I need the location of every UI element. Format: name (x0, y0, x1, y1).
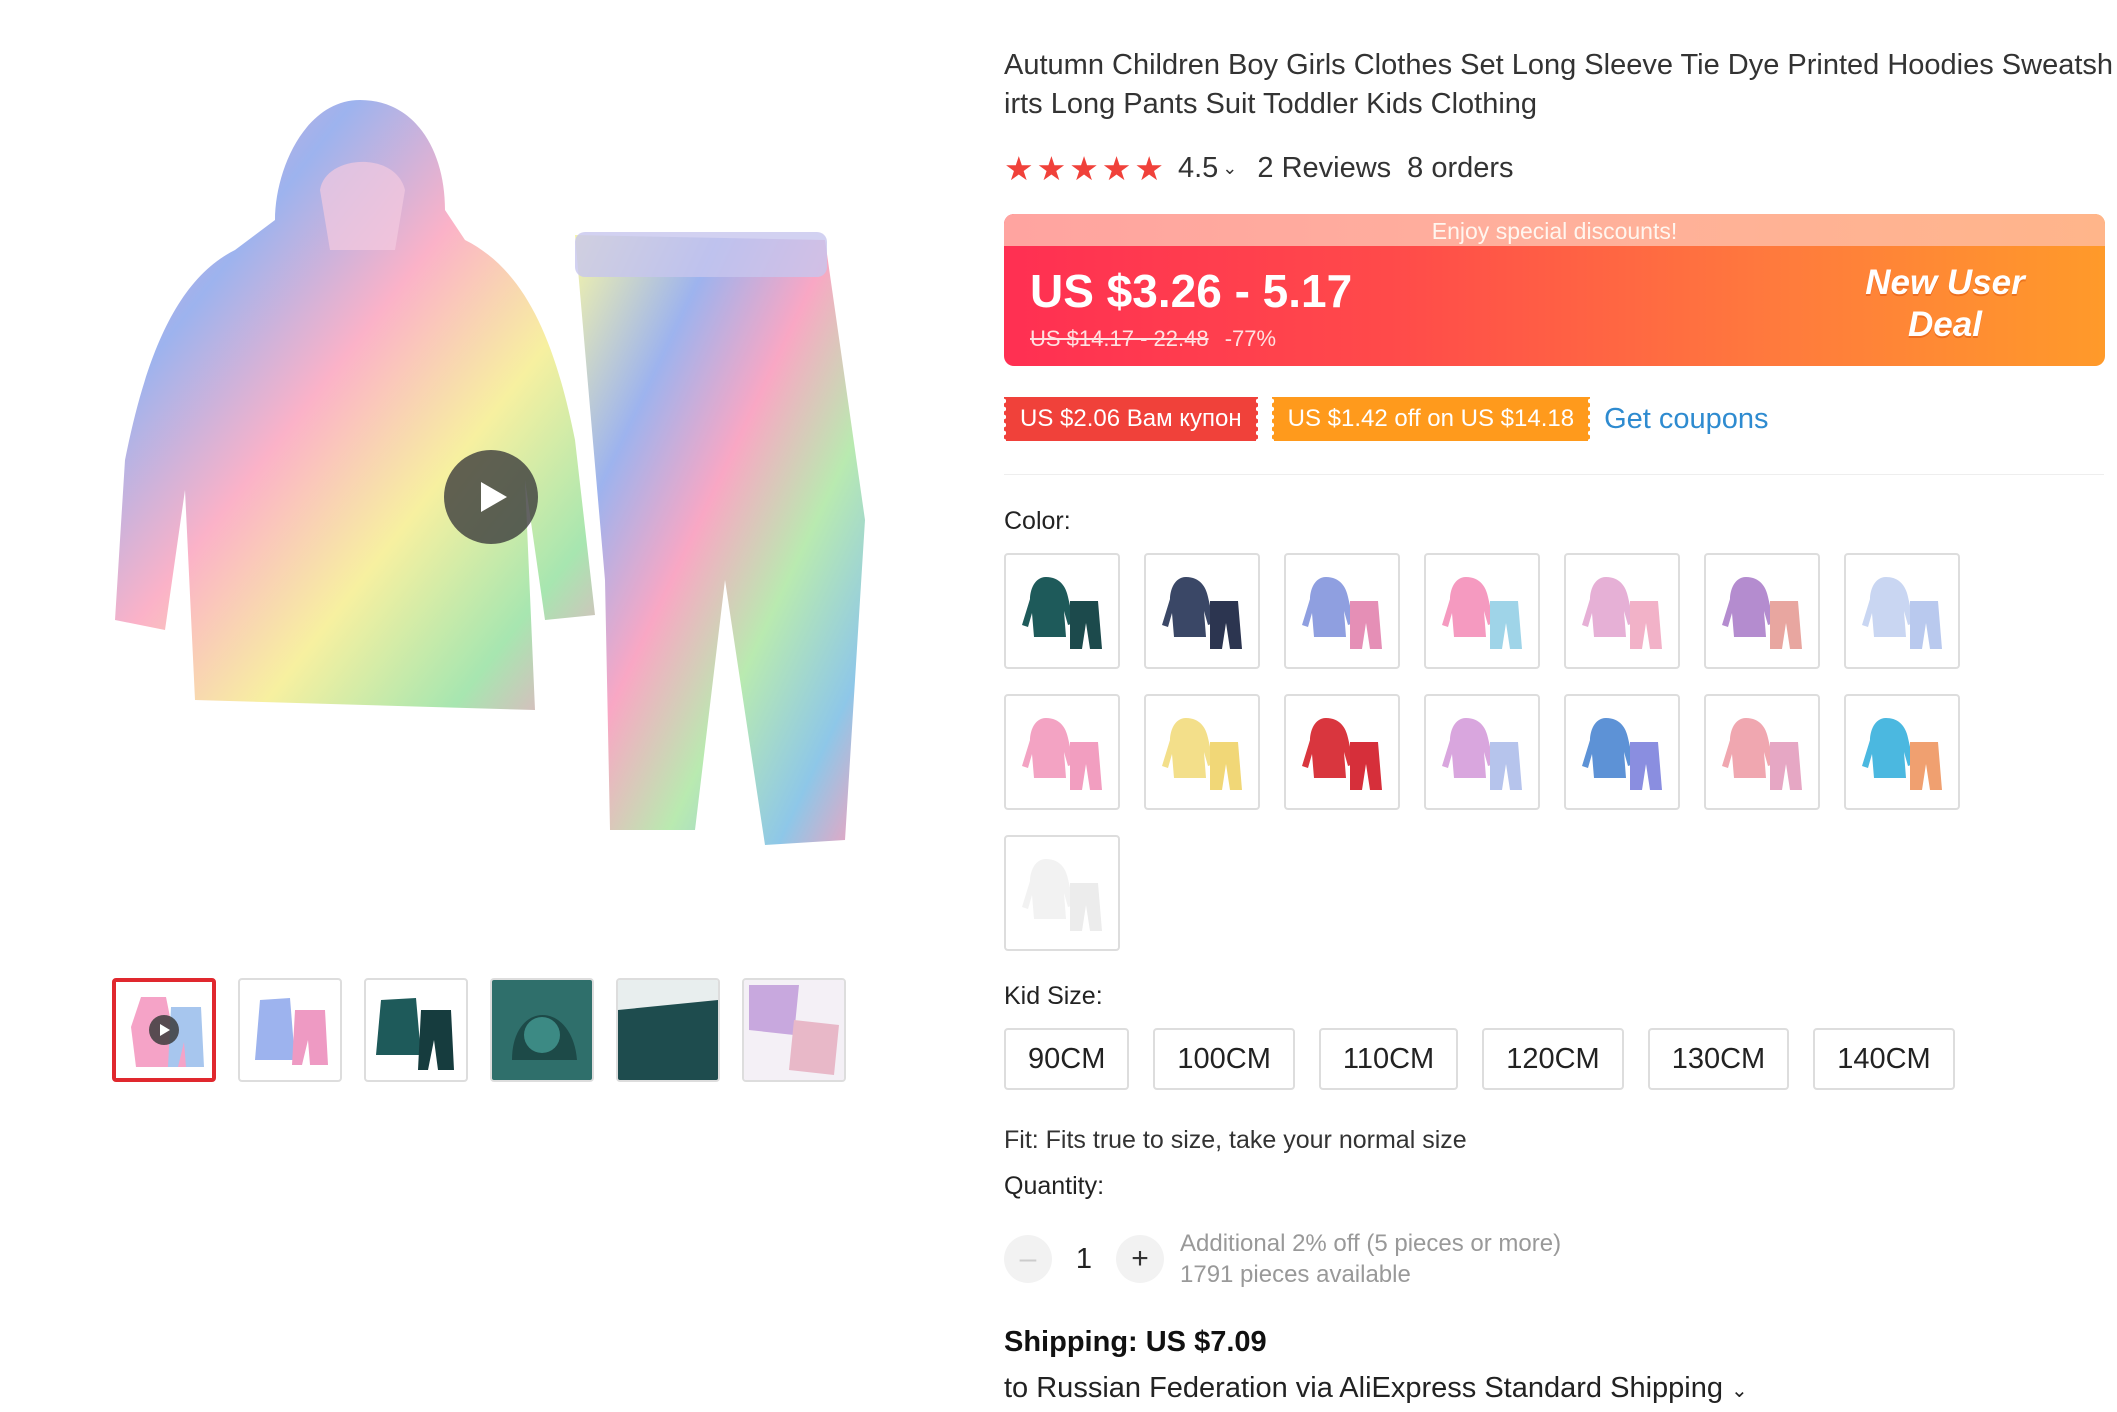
thumb-image (744, 980, 844, 1080)
color-swatches (1004, 553, 1964, 951)
rating-value[interactable]: 4.5 (1178, 152, 1218, 185)
badge-line1: New User (1865, 263, 2025, 302)
swatch-image (1582, 577, 1662, 649)
reviews-link[interactable]: 2 Reviews (1257, 152, 1391, 185)
swatch-image (1162, 718, 1242, 790)
coupon-row: US $2.06 Вам купон US $1.42 off on US $1… (1002, 397, 1769, 441)
shipping-price: Shipping: US $7.09 (1004, 1326, 1267, 1358)
color-swatch-blue-pink[interactable] (1284, 553, 1400, 669)
quantity-increase-button[interactable]: + (1116, 1235, 1164, 1283)
color-swatch-navy[interactable] (1144, 553, 1260, 669)
shipping-destination[interactable]: to Russian Federation via AliExpress Sta… (1004, 1372, 1748, 1405)
swatch-image (1022, 577, 1102, 649)
swatch-image (1862, 718, 1942, 790)
color-swatch-rainbow[interactable] (1424, 553, 1540, 669)
thumb-image (492, 980, 592, 1080)
swatch-image (1162, 577, 1242, 649)
color-swatch-blue[interactable] (1564, 694, 1680, 810)
banner-top-text: Enjoy special discounts! (1004, 214, 2105, 246)
color-swatch-dark-green[interactable] (1004, 553, 1120, 669)
quantity-value[interactable]: 1 (1052, 1243, 1116, 1276)
thumb-pastel[interactable] (742, 978, 846, 1082)
color-swatch-multicolor[interactable] (1844, 694, 1960, 810)
star-icon: ★ (1069, 149, 1099, 187)
chevron-down-icon[interactable]: ⌄ (1222, 158, 1237, 179)
size-option-120[interactable]: 120CM (1482, 1028, 1624, 1090)
new-user-deal-badge: New User Deal (1845, 262, 2045, 346)
swatch-image (1022, 859, 1102, 931)
size-option-90[interactable]: 90CM (1004, 1028, 1130, 1090)
product-title: Autumn Children Boy Girls Clothes Set Lo… (1004, 46, 2114, 124)
star-icon: ★ (1004, 149, 1034, 187)
thumb-hood-closeup[interactable] (490, 978, 594, 1082)
swatch-image (1302, 577, 1382, 649)
color-swatch-red[interactable] (1284, 694, 1400, 810)
size-options: 90CM 100CM 110CM 120CM 130CM 140CM (1004, 1028, 1955, 1090)
chevron-down-icon[interactable]: ⌄ (1731, 1380, 1748, 1402)
size-option-110[interactable]: 110CM (1318, 1028, 1459, 1090)
rating-stars: ★ ★ ★ ★ ★ (1004, 152, 1164, 185)
star-icon: ★ (1036, 149, 1067, 187)
thumb-dark-green[interactable] (364, 978, 468, 1082)
shipping-detail[interactable]: to Russian Federation via AliExpress Sta… (1004, 1372, 1723, 1404)
product-title-line1: Autumn Children Boy Girls Clothes Set Lo… (1004, 49, 2114, 81)
play-video-button[interactable] (444, 450, 538, 544)
quantity-info: Additional 2% off (5 pieces or more) 179… (1180, 1228, 1561, 1290)
badge-line2: Deal (1908, 305, 1982, 344)
get-coupons-link[interactable]: Get coupons (1604, 403, 1768, 436)
quantity-label: Quantity: (1004, 1172, 1105, 1200)
thumb-pants-closeup[interactable] (616, 978, 720, 1082)
thumb-image (255, 998, 328, 1065)
quantity-stepper: – 1 + Additional 2% off (5 pieces or mor… (1004, 1228, 1561, 1290)
color-swatch-pink[interactable] (1004, 694, 1120, 810)
star-icon: ★ (1101, 149, 1132, 187)
stock-available: 1791 pieces available (1180, 1261, 1411, 1288)
play-icon (149, 1015, 179, 1045)
size-option-140[interactable]: 140CM (1813, 1028, 1955, 1090)
thumb-image (376, 998, 454, 1070)
price-banner: Enjoy special discounts! US $3.26 - 5.17… (1004, 214, 2105, 366)
color-swatch-yellow[interactable] (1144, 694, 1260, 810)
discount-percent: -77% (1224, 326, 1277, 351)
swatch-image (1582, 718, 1662, 790)
original-price: US $14.17 - 22.48 (1030, 326, 1209, 351)
swatch-image (1722, 577, 1802, 649)
color-swatch-light-blue[interactable] (1844, 553, 1960, 669)
color-swatch-peach[interactable] (1704, 694, 1820, 810)
swatch-image (1442, 718, 1522, 790)
fit-note: Fit: Fits true to size, take your normal… (1004, 1126, 1467, 1154)
product-title-line2: irts Long Pants Suit Toddler Kids Clothi… (1004, 88, 1538, 120)
orders-count: 8 orders (1407, 151, 1514, 184)
rating-row: ★ ★ ★ ★ ★ 4.5 ⌄ 2 Reviews 8 orders (1004, 148, 1514, 188)
size-option-130[interactable]: 130CM (1647, 1028, 1790, 1090)
swatch-image (1022, 718, 1102, 790)
size-option-100[interactable]: 100CM (1153, 1028, 1295, 1090)
color-swatch-pastel-pink[interactable] (1564, 553, 1680, 669)
color-swatch-white[interactable] (1004, 835, 1120, 951)
swatch-image (1722, 718, 1802, 790)
divider (1004, 474, 2104, 475)
thumb-image (618, 980, 718, 1080)
thumb-blue-pink[interactable] (238, 978, 342, 1082)
thumbnail-strip (112, 978, 846, 1082)
thumb-video[interactable] (112, 978, 216, 1082)
bulk-discount-note: Additional 2% off (5 pieces or more) (1180, 1230, 1562, 1257)
coupon-badge-select[interactable]: US $1.42 off on US $14.18 (1269, 397, 1593, 441)
color-label: Color: (1004, 507, 1071, 535)
coupon-badge-store[interactable]: US $2.06 Вам купон (1002, 397, 1260, 441)
color-swatch-lilac[interactable] (1424, 694, 1540, 810)
current-price: US $3.26 - 5.17 (1030, 265, 1353, 317)
swatch-image (1302, 718, 1382, 790)
play-icon (481, 482, 507, 512)
color-swatch-purple-pink[interactable] (1704, 553, 1820, 669)
quantity-decrease-button[interactable]: – (1004, 1235, 1052, 1283)
swatch-image (1442, 577, 1522, 649)
swatch-image (1862, 577, 1942, 649)
size-label: Kid Size: (1004, 982, 1103, 1010)
star-icon: ★ (1134, 149, 1164, 187)
original-price-row: US $14.17 - 22.48 -77% (1030, 326, 1276, 352)
